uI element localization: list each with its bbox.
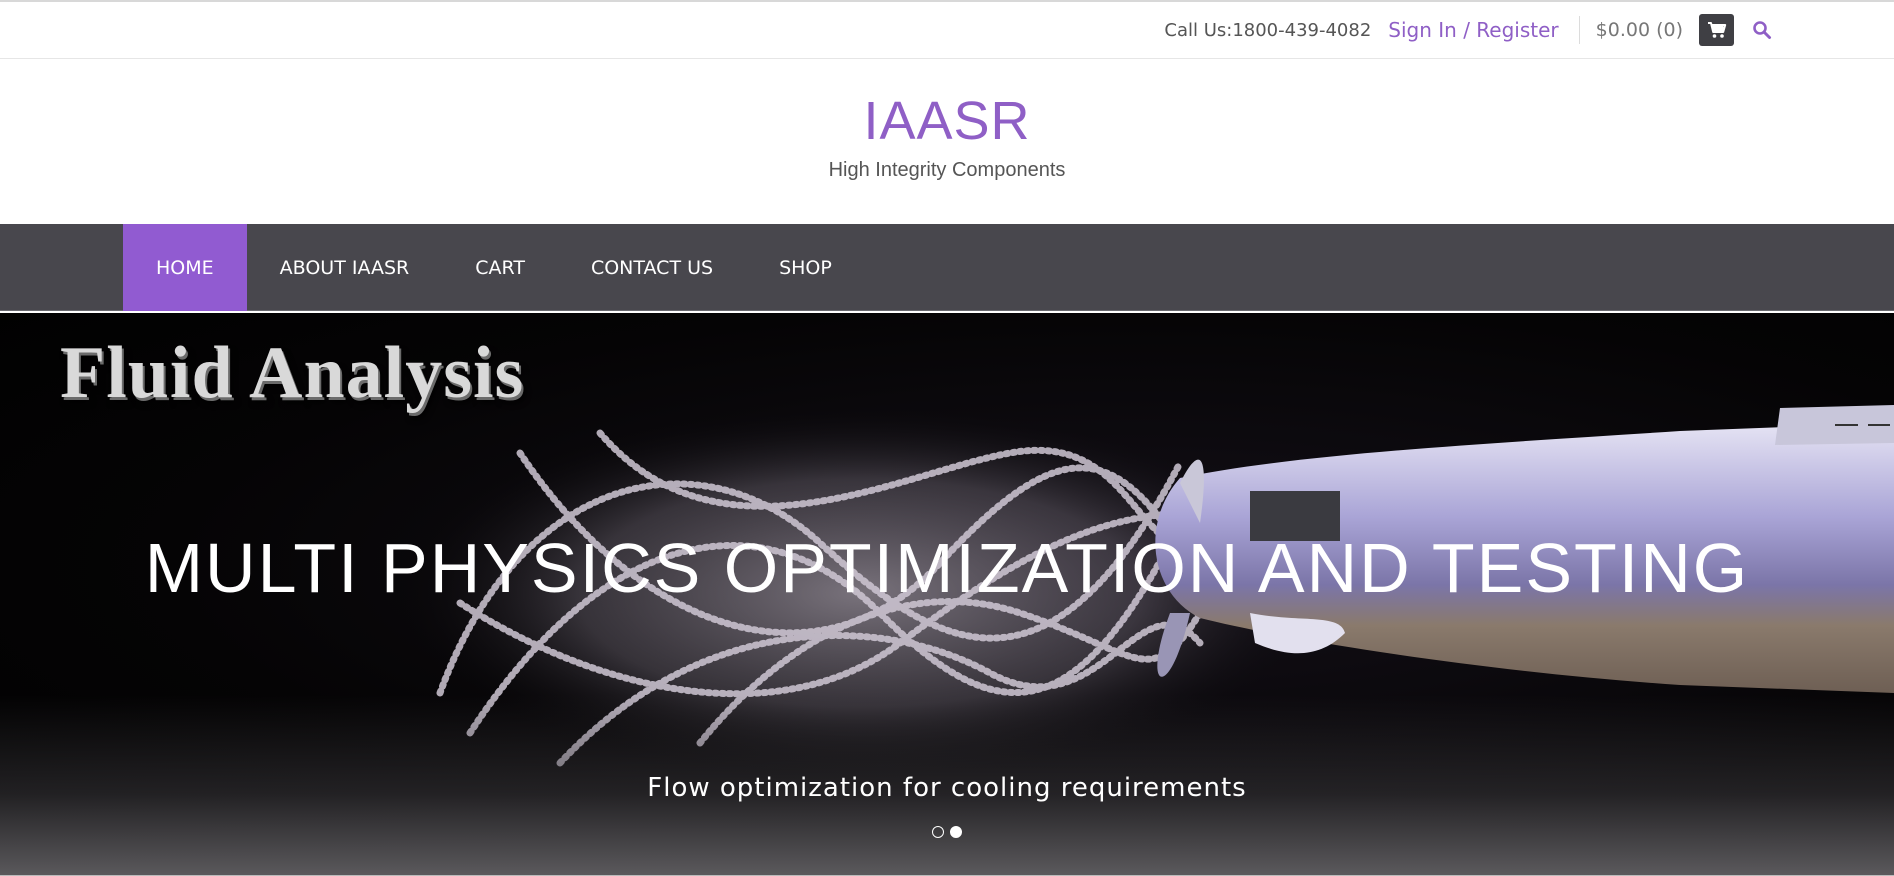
cart-button[interactable] [1699, 14, 1734, 46]
nav-item-home[interactable]: HOME [123, 224, 247, 311]
main-navbar: HOME ABOUT IAASR CART CONTACT US SHOP [0, 224, 1894, 311]
divider [1578, 16, 1580, 44]
nav-item-shop[interactable]: SHOP [746, 224, 865, 311]
main-nav: HOME ABOUT IAASR CART CONTACT US SHOP [123, 224, 865, 311]
hero-subheading: Flow optimization for cooling requiremen… [647, 773, 1247, 803]
sign-in-register-link[interactable]: Sign In / Register [1388, 18, 1558, 42]
carousel-indicators [0, 826, 1894, 838]
hero-carousel[interactable]: Fluid Analysis MULTI PHYSICS OPTIMIZATIO… [0, 313, 1894, 876]
site-logo-title[interactable]: IAASR [0, 91, 1894, 151]
nav-item-cart[interactable]: CART [442, 224, 558, 311]
cart-total[interactable]: $0.00 (0) [1596, 19, 1683, 41]
carousel-dot-2[interactable] [950, 826, 962, 838]
site-tagline: High Integrity Components [828, 159, 1066, 181]
call-us-text: Call Us:1800-439-4082 [1164, 19, 1372, 41]
search-button[interactable] [1750, 18, 1774, 42]
site-header: IAASR High Integrity Components [0, 59, 1894, 224]
top-bar: Call Us:1800-439-4082 Sign In / Register… [0, 0, 1894, 59]
carousel-dot-1[interactable] [932, 826, 944, 838]
search-icon [1753, 21, 1771, 39]
shopping-cart-icon [1707, 22, 1726, 38]
nav-item-about[interactable]: ABOUT IAASR [247, 224, 443, 311]
hero-heading: MULTI PHYSICS OPTIMIZATION AND TESTING [144, 529, 1750, 607]
nav-item-contact[interactable]: CONTACT US [558, 224, 746, 311]
hero-image-caption: Fluid Analysis [60, 332, 525, 414]
top-bar-actions: Call Us:1800-439-4082 Sign In / Register… [1164, 14, 1774, 46]
